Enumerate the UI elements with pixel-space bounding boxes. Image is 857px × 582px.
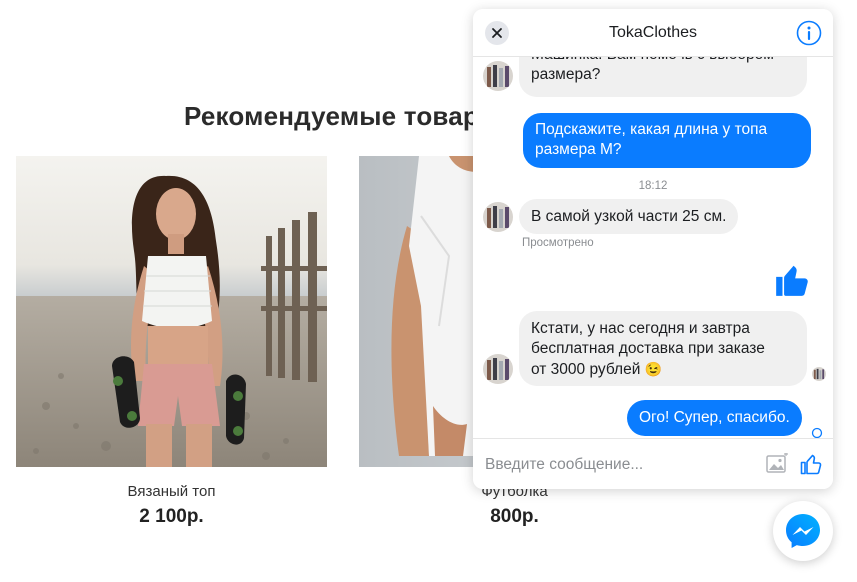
message-text: Машинка. Вам помочь с выбором	[531, 57, 795, 65]
message-input[interactable]	[485, 454, 755, 476]
avatar	[483, 354, 513, 384]
product-name[interactable]: Вязаный топ	[16, 483, 327, 500]
wink-emoji: 😉	[644, 361, 663, 377]
message-text: размера?	[531, 66, 601, 83]
message-text: В самой узкой части 25 см.	[531, 208, 727, 225]
photo-icon[interactable]	[765, 453, 789, 475]
product-price: 2 100р.	[139, 506, 204, 527]
outgoing-message: Ого! Супер, спасибо.	[627, 400, 802, 436]
sent-status-icon	[811, 427, 823, 438]
info-icon[interactable]	[796, 20, 822, 46]
message-text: Подскажите, какая длина у топа	[535, 121, 768, 138]
message-text: бесплатная доставка при заказе	[531, 340, 765, 357]
message-text: от 3000 рублей	[531, 361, 641, 378]
chat-title: TokaClothes	[608, 24, 698, 41]
seen-status: Просмотрено	[522, 237, 594, 249]
message-text: Ого! Супер, спасибо.	[639, 409, 790, 426]
outgoing-message: Подскажите, какая длина у топа размера M…	[523, 113, 811, 168]
messenger-icon	[786, 514, 820, 548]
thumbs-up-icon	[776, 265, 808, 296]
product-photo-girl	[16, 156, 327, 467]
product-card[interactable]: Вязаный топ 2 100р.	[16, 156, 327, 528]
product-image[interactable]	[16, 156, 327, 467]
message-timestamp: 18:12	[638, 180, 668, 192]
shop-avatar-image	[483, 354, 513, 384]
message-text: Кстати, у нас сегодня и завтра	[531, 320, 750, 337]
section-title: Рекомендуемые товар	[184, 101, 479, 131]
thumbs-up-icon[interactable]	[799, 451, 823, 477]
chat-header: TokaClothes	[473, 9, 833, 57]
messenger-chat-window: TokaClothes Машинка. Вам помочь с выборо…	[473, 9, 833, 489]
read-receipt-avatar	[812, 367, 826, 381]
message-list[interactable]: Машинка. Вам помочь с выбором размера? П…	[473, 57, 833, 438]
incoming-message: Машинка. Вам помочь с выбором размера?	[519, 57, 807, 97]
composer	[473, 438, 833, 489]
incoming-message: В самой узкой части 25 см.	[519, 199, 739, 234]
shop-avatar-image	[812, 367, 826, 381]
incoming-message: Кстати, у нас сегодня и завтра бесплатна…	[519, 311, 807, 386]
message-text: размера M?	[535, 141, 622, 158]
avatar	[483, 202, 513, 232]
avatar	[483, 61, 513, 91]
product-price: 800р.	[490, 506, 539, 527]
messenger-launcher-button[interactable]	[773, 501, 833, 561]
shop-avatar-image	[483, 202, 513, 232]
shop-avatar-image	[483, 61, 513, 91]
